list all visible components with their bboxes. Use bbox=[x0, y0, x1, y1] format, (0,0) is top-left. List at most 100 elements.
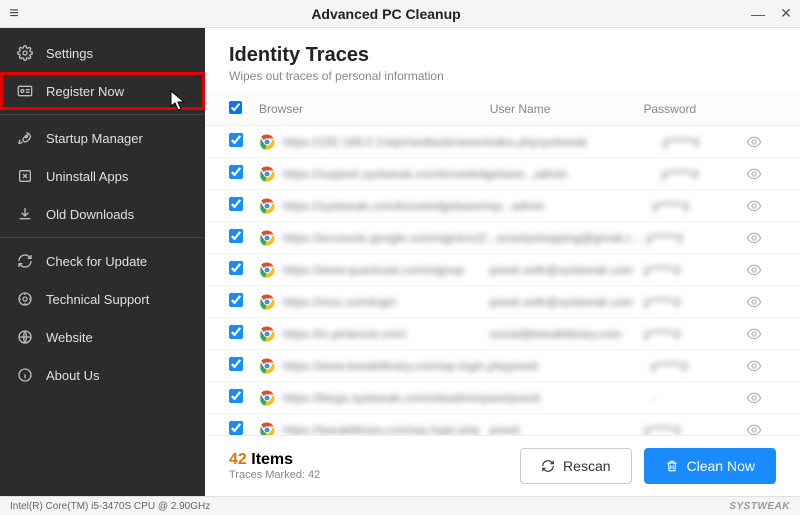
table-row: https://blogs.systweak.com/siteadminpane… bbox=[205, 382, 800, 414]
main-header: Identity Traces Wipes out traces of pers… bbox=[205, 28, 800, 93]
reveal-password-icon[interactable] bbox=[746, 230, 776, 246]
row-password: p*****d bbox=[651, 359, 746, 373]
row-checkbox[interactable] bbox=[229, 293, 243, 307]
row-username: preeti bbox=[508, 359, 651, 373]
reveal-password-icon[interactable] bbox=[746, 326, 776, 342]
sidebar-item-startup-manager[interactable]: Startup Manager bbox=[0, 119, 205, 157]
row-checkbox[interactable] bbox=[229, 229, 243, 243]
row-checkbox[interactable] bbox=[229, 357, 243, 371]
item-count: 42 Items bbox=[229, 451, 508, 469]
gear-icon bbox=[16, 44, 34, 62]
row-url: https://moz.com/login bbox=[283, 295, 396, 309]
table-row: https://systweak.com/knowledgebase/rep..… bbox=[205, 190, 800, 222]
support-icon bbox=[16, 290, 34, 308]
sidebar-item-technical-support[interactable]: Technical Support bbox=[0, 280, 205, 318]
table-row: https://support.systweak.com/knowledgeba… bbox=[205, 158, 800, 190]
column-browser: Browser bbox=[259, 102, 490, 116]
globe-icon bbox=[16, 328, 34, 346]
row-checkbox[interactable] bbox=[229, 389, 243, 403]
sidebar-item-settings[interactable]: Settings bbox=[0, 34, 205, 72]
app-body: Settings Register Now Startup Manager Un… bbox=[0, 28, 800, 496]
row-username: preeti bbox=[490, 423, 644, 436]
row-checkbox[interactable] bbox=[229, 261, 243, 275]
minimize-button[interactable]: — bbox=[744, 6, 772, 22]
row-username: admin bbox=[512, 199, 653, 213]
table-header: Browser User Name Password bbox=[205, 93, 800, 126]
sidebar-item-check-update[interactable]: Check for Update bbox=[0, 242, 205, 280]
reveal-password-icon[interactable] bbox=[746, 422, 776, 436]
sidebar-separator bbox=[0, 114, 205, 115]
row-checkbox[interactable] bbox=[229, 421, 243, 435]
brand-logo: SYSTWEAK bbox=[729, 501, 790, 512]
sidebar-item-label: Startup Manager bbox=[46, 131, 143, 146]
sidebar-item-label: Technical Support bbox=[46, 292, 149, 307]
uninstall-icon bbox=[16, 167, 34, 185]
row-url: https://tweaklibrary.com/wp-login.php bbox=[283, 423, 480, 436]
select-all-checkbox[interactable] bbox=[229, 101, 242, 114]
title-bar: ≡ Advanced PC Cleanup — ✕ bbox=[0, 0, 800, 28]
reveal-password-icon[interactable] bbox=[746, 262, 776, 278]
window-title: Advanced PC Cleanup bbox=[28, 6, 744, 22]
sidebar-item-label: Register Now bbox=[46, 84, 124, 99]
row-username: preeti.seth@systweak.com bbox=[490, 295, 644, 309]
sidebar-item-label: Uninstall Apps bbox=[46, 169, 128, 184]
page-subtitle: Wipes out traces of personal information bbox=[229, 69, 776, 83]
sidebar-item-register-now[interactable]: Register Now bbox=[0, 72, 205, 110]
row-checkbox[interactable] bbox=[229, 133, 243, 147]
reveal-password-icon[interactable] bbox=[746, 390, 776, 406]
reveal-password-icon[interactable] bbox=[746, 358, 776, 374]
row-url: https://accounts.google.com/signin/v2/..… bbox=[283, 231, 496, 245]
sidebar-item-old-downloads[interactable]: Old Downloads bbox=[0, 195, 205, 233]
table-row: https://accounts.google.com/signin/v2/..… bbox=[205, 222, 800, 254]
row-checkbox[interactable] bbox=[229, 325, 243, 339]
sidebar-separator bbox=[0, 237, 205, 238]
row-checkbox[interactable] bbox=[229, 197, 243, 211]
chrome-icon bbox=[259, 358, 275, 374]
chrome-icon bbox=[259, 134, 275, 150]
row-url: https://support.systweak.com/knowledgeba… bbox=[283, 167, 534, 181]
reveal-password-icon[interactable] bbox=[746, 294, 776, 310]
hamburger-menu-icon[interactable]: ≡ bbox=[0, 5, 28, 23]
row-password: p*****d bbox=[643, 263, 746, 277]
sidebar-item-label: Website bbox=[46, 330, 93, 345]
footer-bar: 42 Items Traces Marked: 42 Rescan Clean … bbox=[205, 435, 800, 496]
sidebar-item-label: Old Downloads bbox=[46, 207, 134, 222]
sidebar-item-label: Settings bbox=[46, 46, 93, 61]
rescan-button[interactable]: Rescan bbox=[520, 448, 631, 484]
row-password: p*****d bbox=[661, 167, 746, 181]
chrome-icon bbox=[259, 390, 275, 406]
row-password: p*****d bbox=[646, 231, 746, 245]
sidebar-item-uninstall-apps[interactable]: Uninstall Apps bbox=[0, 157, 205, 195]
reveal-password-icon[interactable] bbox=[746, 198, 776, 214]
row-username: preeti bbox=[510, 391, 651, 405]
row-password: - bbox=[652, 391, 746, 405]
reveal-password-icon[interactable] bbox=[746, 134, 776, 150]
chrome-icon bbox=[259, 422, 275, 436]
download-icon bbox=[16, 205, 34, 223]
sidebar-item-website[interactable]: Website bbox=[0, 318, 205, 356]
traces-marked: Traces Marked: 42 bbox=[229, 469, 508, 481]
sidebar-item-about-us[interactable]: About Us bbox=[0, 356, 205, 394]
column-password: Password bbox=[643, 102, 746, 116]
chrome-icon bbox=[259, 326, 275, 342]
row-url: https://192.168.0.1/wp/mediaobrowse/inde… bbox=[283, 135, 538, 149]
trash-icon bbox=[665, 459, 679, 473]
clean-now-button[interactable]: Clean Now bbox=[644, 448, 776, 484]
clean-now-label: Clean Now bbox=[687, 458, 755, 474]
page-title: Identity Traces bbox=[229, 44, 776, 67]
chrome-icon bbox=[259, 294, 275, 310]
column-user: User Name bbox=[490, 102, 644, 116]
row-url: https://in.pinterest.com/ bbox=[283, 327, 407, 341]
row-username: social@tweaklibrary.com bbox=[490, 327, 644, 341]
info-icon bbox=[16, 366, 34, 384]
row-username: admin bbox=[534, 167, 661, 181]
row-checkbox[interactable] bbox=[229, 165, 243, 179]
chrome-icon bbox=[259, 230, 275, 246]
chrome-icon bbox=[259, 262, 275, 278]
sidebar-item-label: About Us bbox=[46, 368, 99, 383]
row-password: p*****d bbox=[643, 423, 746, 436]
reveal-password-icon[interactable] bbox=[746, 166, 776, 182]
cpu-info: Intel(R) Core(TM) i5-3470S CPU @ 2.90GHz bbox=[10, 501, 210, 512]
table-body: https://192.168.0.1/wp/mediaobrowse/inde… bbox=[205, 126, 800, 435]
close-button[interactable]: ✕ bbox=[772, 5, 800, 22]
